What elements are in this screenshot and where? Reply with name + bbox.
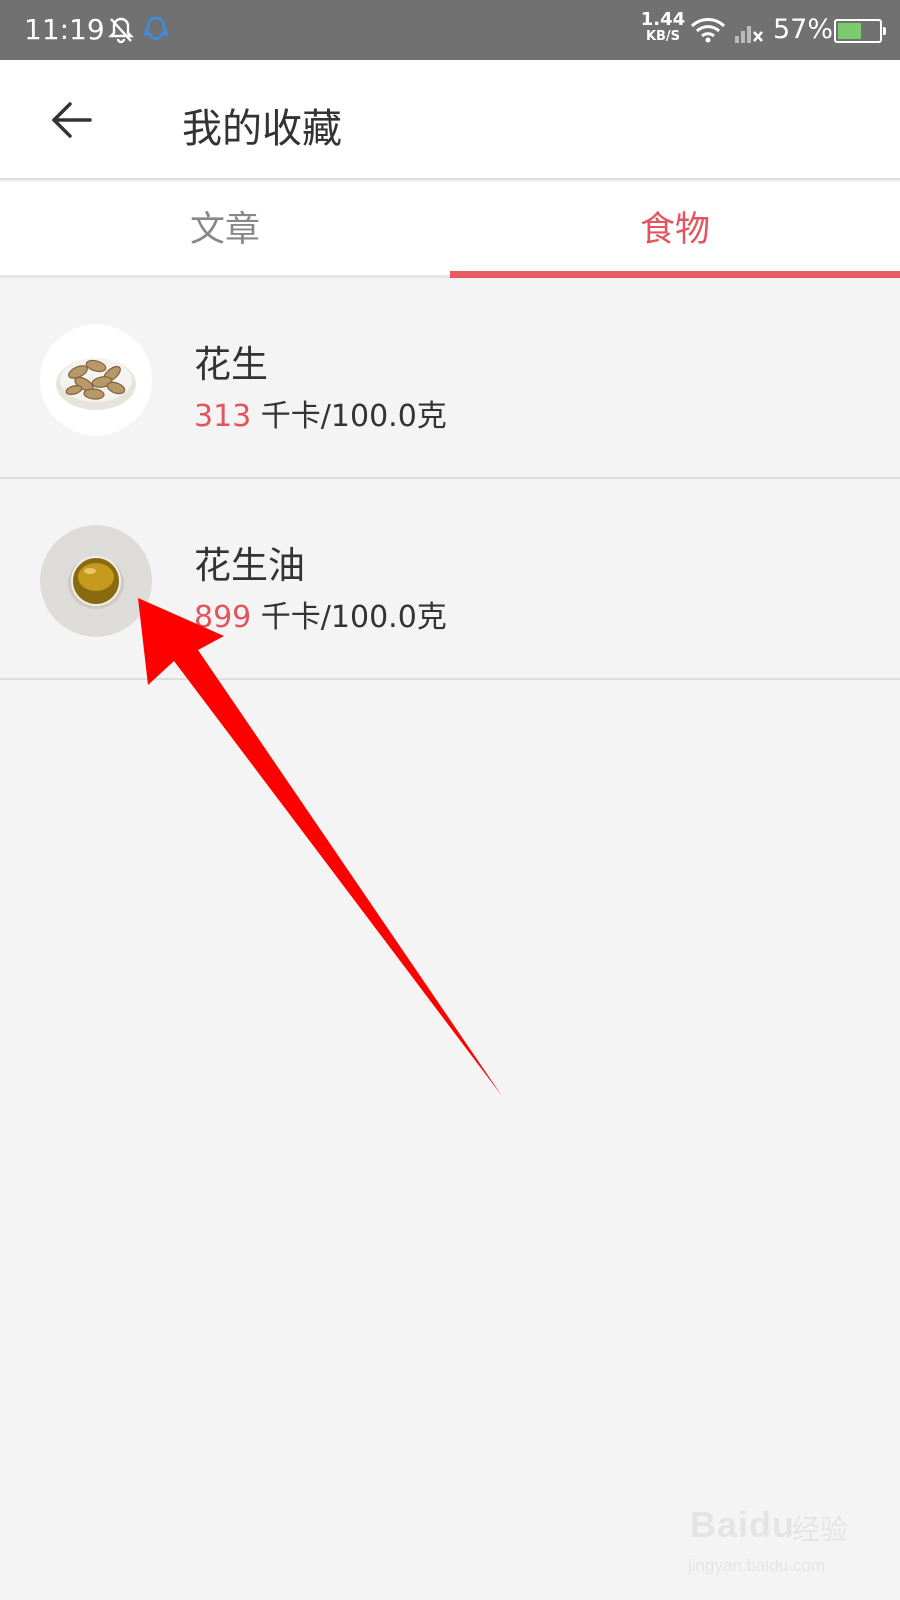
calorie-unit: 千卡/100.0克 (251, 600, 447, 635)
list-item[interactable]: 花生油 899 千卡/100.0克 (0, 479, 900, 680)
favorites-list: 花生 313 千卡/100.0克 花生油 899 千卡/100.0克 (0, 278, 900, 680)
tab-food[interactable]: 食物 (450, 182, 900, 278)
network-speed: 1.44 KB/S (640, 9, 686, 45)
back-button[interactable] (40, 88, 104, 152)
watermark-url: jingyan.baidu.com (688, 1556, 826, 1575)
page-title: 我的收藏 (182, 106, 342, 152)
calorie-unit: 千卡/100.0克 (251, 399, 447, 434)
food-calories: 313 千卡/100.0克 (194, 391, 447, 435)
food-thumbnail-peanuts (40, 324, 152, 436)
watermark: Baidu 经验 jingyan.baidu.com (688, 1504, 858, 1586)
wifi-icon (690, 18, 726, 43)
status-time: 11:19 (24, 13, 105, 46)
app-header: 我的收藏 (0, 60, 900, 180)
watermark-brand: Baidu (690, 1504, 796, 1545)
food-name: 花生油 (194, 544, 305, 587)
food-thumbnail-peanut-oil (40, 525, 152, 637)
signal-off-icon (735, 26, 763, 43)
qq-icon (143, 16, 169, 41)
back-arrow-icon (52, 102, 92, 138)
food-calories: 899 千卡/100.0克 (194, 592, 447, 636)
status-bar: 11:19 1.44 KB/S 57% (0, 0, 900, 60)
tab-bar: 文章 食物 (0, 182, 900, 278)
list-item[interactable]: 花生 313 千卡/100.0克 (0, 278, 900, 479)
tab-articles[interactable]: 文章 (0, 182, 450, 278)
bell-off-icon (108, 17, 134, 44)
food-name: 花生 (194, 343, 268, 386)
watermark-cn: 经验 (792, 1513, 849, 1546)
battery-icon (834, 19, 886, 43)
active-tab-indicator (450, 271, 900, 278)
battery-percent: 57% (773, 14, 834, 45)
calorie-value: 899 (194, 600, 252, 635)
calorie-value: 313 (194, 399, 252, 434)
